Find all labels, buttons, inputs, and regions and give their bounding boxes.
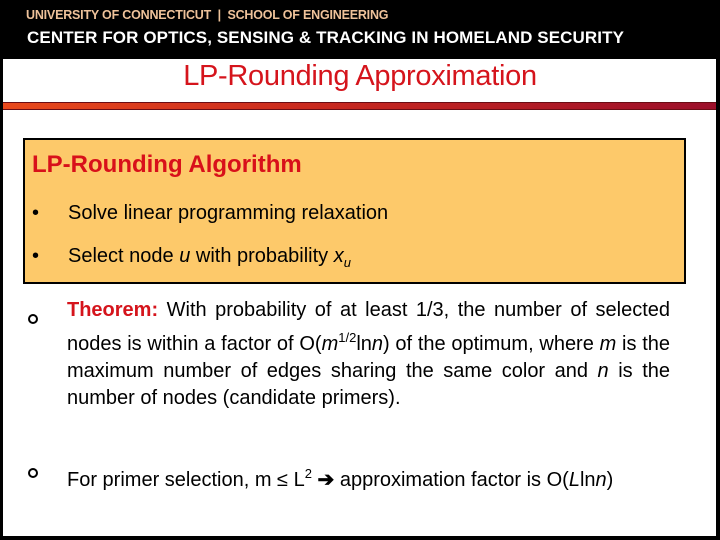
institution-banner: UNIVERSITY OF CONNECTICUT | SCHOOL OF EN… — [0, 0, 720, 59]
algorithm-heading: LP-Rounding Algorithm — [32, 151, 302, 178]
variable-u: u — [179, 245, 191, 267]
variable-m: m — [599, 333, 617, 355]
algorithm-box: LP-Rounding Algorithm • Solve linear prog… — [23, 138, 686, 284]
center-name-label: CENTER FOR OPTICS, SENSING & TRACKING IN… — [27, 28, 625, 47]
variable-n: n — [595, 469, 607, 491]
primer-text: For primer selection, m ≤ L — [67, 469, 305, 491]
step-text: with probability — [190, 245, 334, 267]
primer-text: approximation factor is O( — [339, 469, 569, 491]
algorithm-step-2: • Select node u with probability xu — [32, 245, 351, 270]
right-arrow-icon: ➔ — [311, 469, 340, 491]
variable-x: x — [333, 245, 344, 267]
variable-L: L — [568, 469, 580, 491]
variable-n: n — [371, 333, 384, 355]
slide-border-left — [0, 59, 3, 540]
theorem-label: Theorem: — [67, 299, 159, 321]
ln-text: ln — [579, 469, 596, 491]
variable-n: n — [597, 360, 609, 382]
slide-border-bottom — [0, 536, 720, 540]
primer-paragraph: For primer selection, m ≤ L2 ➔ approxima… — [67, 460, 670, 494]
ln-text: ln — [356, 333, 372, 355]
bullet-icon: • — [32, 245, 40, 267]
exponent: 2 — [304, 466, 312, 481]
hollow-circle-bullet-icon — [28, 468, 38, 478]
exponent: 1/2 — [338, 330, 357, 345]
hollow-circle-bullet-icon — [28, 314, 38, 324]
title-divider — [3, 102, 716, 110]
primer-text: ) — [606, 469, 614, 491]
slide-border-right — [716, 59, 720, 540]
subscript-u: u — [343, 255, 351, 270]
variable-m: m — [321, 333, 339, 355]
slide-title: LP-Rounding Approximation — [183, 60, 537, 92]
theorem-text: ) of the optimum, where — [383, 333, 600, 355]
theorem-paragraph: Theorem: With probability of at least 1/… — [67, 297, 670, 412]
university-school-label: UNIVERSITY OF CONNECTICUT | SCHOOL OF EN… — [26, 8, 389, 22]
algorithm-step-1: • Solve linear programming relaxation — [32, 202, 388, 225]
step-text: Select node — [68, 245, 180, 267]
bullet-icon: • — [32, 202, 40, 224]
step-text: Solve linear programming relaxation — [68, 202, 389, 224]
